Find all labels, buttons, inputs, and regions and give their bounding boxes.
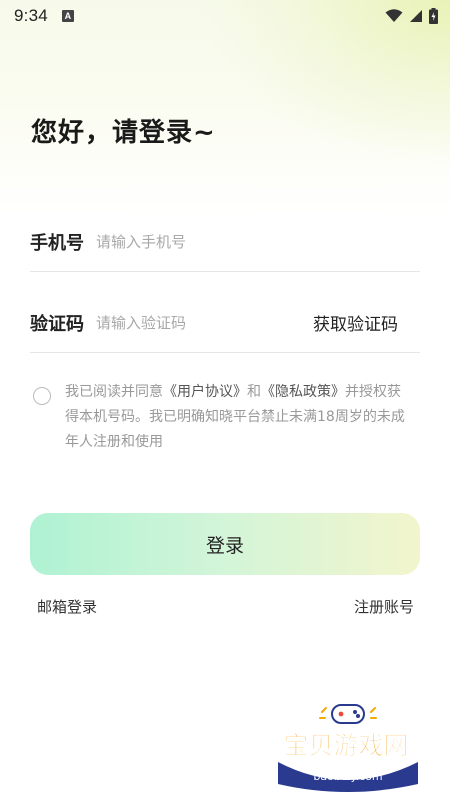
agree-radio[interactable] [33,387,51,405]
header-background [0,0,450,215]
agreement-text: 我已阅读并同意《用户协议》和《隐私政策》并授权获得本机号码。我已明确知晓平台禁止… [65,380,413,455]
privacy-policy-link[interactable]: 《隐私政策》 [261,384,345,400]
phone-input[interactable] [96,226,296,257]
register-link[interactable]: 注册账号 [354,596,414,617]
battery-icon [429,8,438,24]
status-bar: 9:34 A [0,0,450,32]
signal-icon [410,10,422,22]
email-login-link[interactable]: 邮箱登录 [37,596,97,617]
phone-row: 手机号 [30,212,420,272]
page-title: 您好，请登录~ [31,118,216,148]
user-agreement-link[interactable]: 《用户协议》 [163,384,247,400]
status-icons [385,8,438,24]
code-label: 验证码 [30,313,84,335]
watermark-logo: 宝贝游戏网 baobeiy.com [278,704,418,792]
get-code-button[interactable]: 获取验证码 [313,310,398,335]
gamepad-icon [319,704,377,724]
login-button[interactable]: 登录 [30,513,420,575]
status-time: 9:34 [14,6,48,25]
wifi-icon [385,9,403,22]
notification-a-icon: A [61,10,74,22]
agreement-text-before: 我已阅读并同意 [65,384,163,400]
watermark-title: 宝贝游戏网 [283,731,408,760]
code-input[interactable] [96,307,296,338]
code-row: 验证码 获取验证码 [30,293,420,353]
phone-label: 手机号 [30,232,84,254]
agreement-text-and: 和 [247,384,261,400]
agreement: 我已阅读并同意《用户协议》和《隐私政策》并授权获得本机号码。我已明确知晓平台禁止… [33,380,423,455]
watermark-url: baobeiy.com [313,770,382,783]
